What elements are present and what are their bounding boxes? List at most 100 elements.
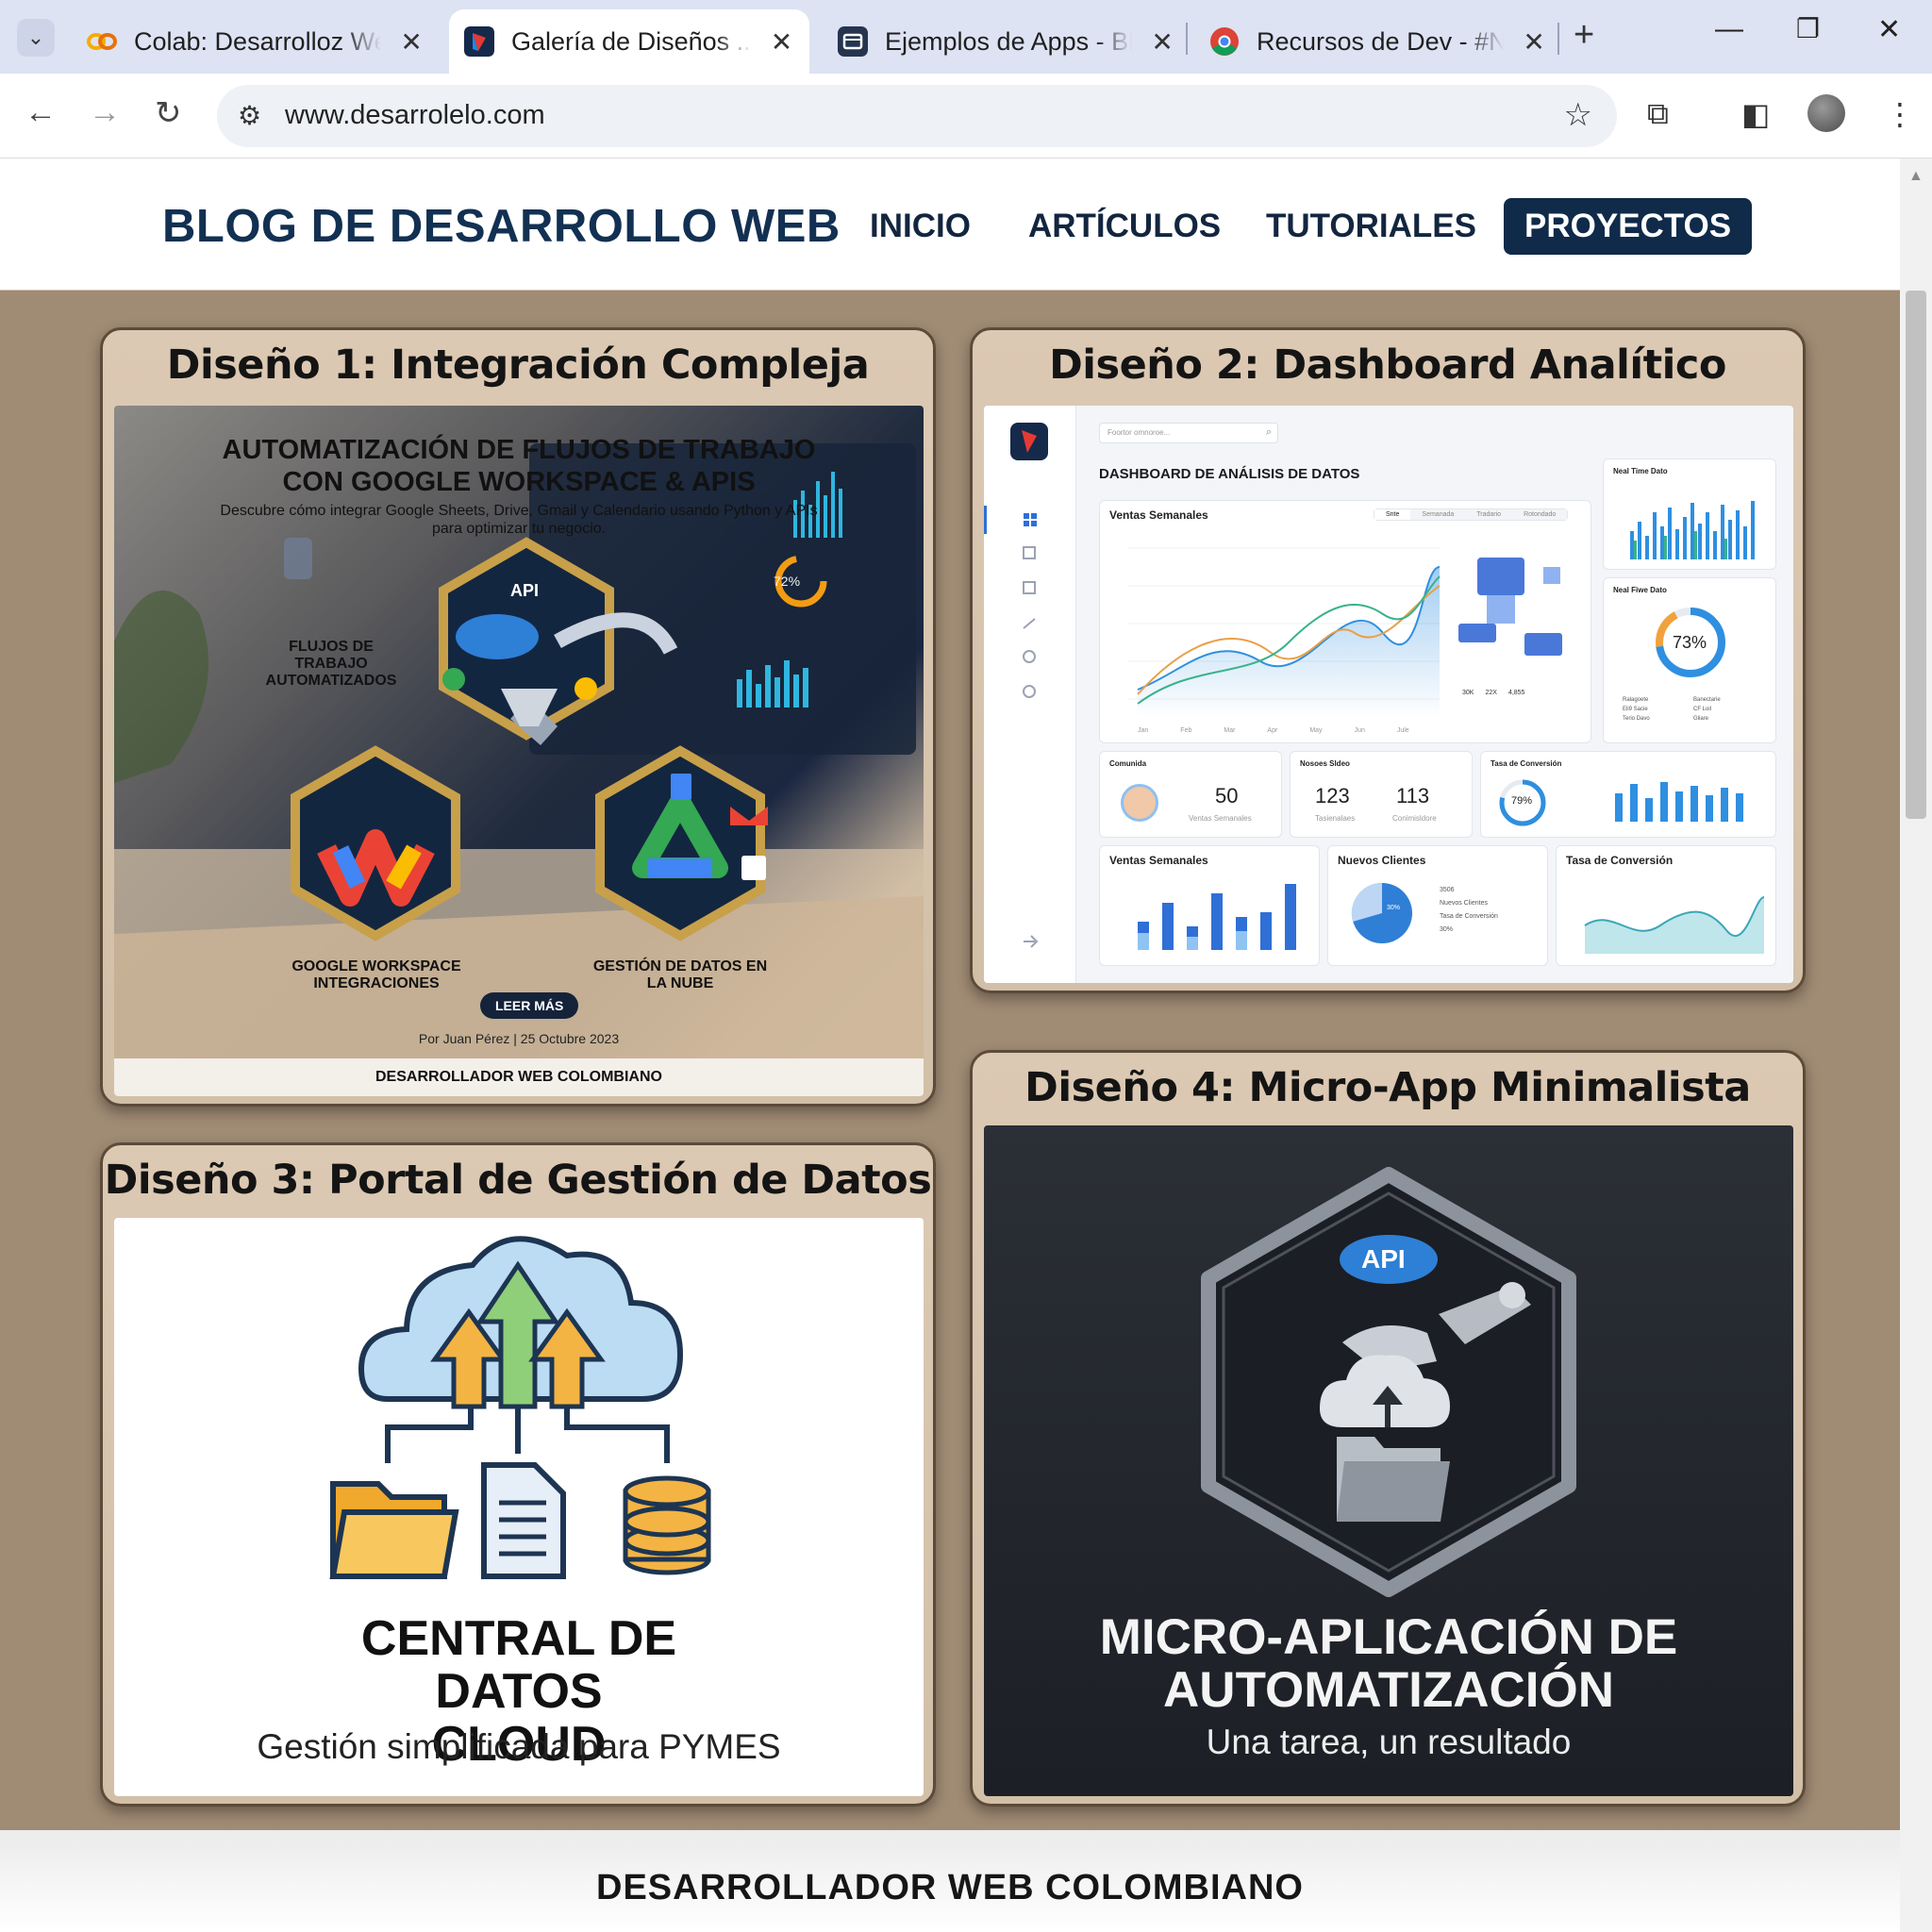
search-placeholder: Foortor omnoroe... bbox=[1108, 428, 1171, 437]
design-card-3[interactable]: Diseño 3: Portal de Gestión de Datos CEN… bbox=[100, 1142, 936, 1807]
design-1-image[interactable]: AUTOMATIZACIÓN DE FLUJOS DE TRABAJO CON … bbox=[114, 406, 924, 1096]
ring-panel: Neal Fiwe Dato 73% Ralagoete Banectarie El… bbox=[1603, 577, 1776, 743]
design-1-subtitle: Descubre cómo integrar Google Sheets, Dr… bbox=[220, 503, 818, 537]
tab-galeria[interactable]: Galería de Diseños ... W ✕ bbox=[449, 9, 809, 74]
scrollbar-thumb[interactable] bbox=[1906, 291, 1926, 819]
panel-title: Tasa de Conversión bbox=[1491, 759, 1562, 768]
month-label: Jule bbox=[1396, 727, 1409, 734]
legend-item: Gliare bbox=[1693, 716, 1709, 722]
design-3-subtitle: Gestión simplificada para PYMES bbox=[257, 1727, 781, 1766]
stat-chip: 4,855 bbox=[1507, 690, 1525, 696]
design-card-2[interactable]: Diseño 2: Dashboard Analítico Foortor om… bbox=[970, 327, 1806, 993]
sales-line-chart bbox=[1128, 547, 1562, 718]
menu-icon[interactable]: ⋮ bbox=[1885, 96, 1915, 132]
legend-item: Eli9 Sacie bbox=[1623, 707, 1648, 712]
conversion-area-chart bbox=[1584, 896, 1765, 954]
filter-option[interactable]: Tradario bbox=[1465, 509, 1513, 520]
design-card-1[interactable]: Diseño 1: Integración Compleja AUTOMATIZ… bbox=[100, 327, 936, 1107]
tab-ejemplos[interactable]: Ejemplos de Apps - Blbl ✕ bbox=[823, 9, 1191, 74]
tab-title: Ejemplos de Apps - Blbl bbox=[885, 26, 1133, 56]
design-card-4[interactable]: Diseño 4: Micro-App Minimalista API MICR… bbox=[970, 1050, 1806, 1807]
filter-option[interactable]: Rotondado bbox=[1512, 509, 1568, 520]
bottom-conversion-panel: Tasa de Conversión bbox=[1556, 845, 1776, 966]
scroll-up-icon[interactable]: ▲ bbox=[1908, 168, 1924, 185]
design-1-headline: AUTOMATIZACIÓN DE FLUJOS DE TRABAJO CON … bbox=[222, 435, 816, 497]
legend-item: CF Loil bbox=[1693, 707, 1712, 712]
design-2-image[interactable]: Foortor omnoroe... ⌕ DASHBOARD DE ANÁLIS… bbox=[984, 406, 1793, 983]
screen-donut-label: 72% bbox=[774, 574, 801, 589]
restore-icon[interactable]: ❐ bbox=[1796, 13, 1820, 44]
tab-title: Recursos de Dev - #Ne bbox=[1257, 26, 1505, 56]
nav-articulos[interactable]: ARTÍCULOS bbox=[1028, 208, 1221, 245]
minimize-icon[interactable]: — bbox=[1715, 13, 1743, 45]
window-close-icon[interactable]: ✕ bbox=[1877, 13, 1901, 46]
sessions-panel: Nosoes Sldeo 123 Tasienalaes 113 Conimis… bbox=[1290, 751, 1473, 838]
leer-mas-button[interactable]: LEER MÁS bbox=[480, 992, 579, 1019]
profile-avatar[interactable] bbox=[1807, 94, 1845, 132]
legend-item: 30% bbox=[1440, 926, 1454, 933]
sessions-value-1: 123 bbox=[1315, 784, 1350, 808]
forward-icon[interactable]: → bbox=[89, 94, 121, 131]
time-filter[interactable]: Snte Semanada Tradario Rotondado bbox=[1374, 508, 1569, 521]
legend-item: Terio Davo bbox=[1623, 716, 1650, 722]
dashboard-heading: DASHBOARD DE ANÁLISIS DE DATOS bbox=[1099, 466, 1360, 482]
legend-item: Nuevos Clientes bbox=[1440, 900, 1488, 907]
month-label: Jan bbox=[1138, 727, 1149, 734]
close-icon[interactable]: ✕ bbox=[1521, 26, 1547, 58]
dashboard-search-input[interactable]: Foortor omnoroe... ⌕ bbox=[1099, 423, 1278, 443]
card-title: Diseño 4: Micro-App Minimalista bbox=[1024, 1064, 1751, 1111]
gallery-icon bbox=[464, 26, 494, 57]
close-icon[interactable]: ✕ bbox=[1149, 26, 1175, 58]
clients-pie-chart bbox=[1351, 882, 1412, 943]
new-tab-button[interactable]: + bbox=[1574, 15, 1594, 56]
design-3-image[interactable]: CENTRAL DE DATOS CLOUD Gestión simplific… bbox=[114, 1218, 924, 1796]
community-panel: Comunida 50 Ventas Semanales bbox=[1099, 751, 1282, 838]
close-icon[interactable]: ✕ bbox=[769, 26, 794, 58]
sessions-value-2: 113 bbox=[1396, 784, 1430, 808]
tab-recursos[interactable]: Recursos de Dev - #Ne ✕ bbox=[1194, 9, 1562, 74]
filter-option[interactable]: Semanada bbox=[1410, 509, 1466, 520]
nav-inicio[interactable]: INICIO bbox=[870, 208, 971, 245]
design-1-author: Por Juan Pérez | 25 Octubre 2023 bbox=[418, 1031, 620, 1046]
dashboard-sidebar bbox=[984, 406, 1076, 983]
stat-chips: 30K 22X 4,855 bbox=[1462, 690, 1524, 696]
month-label: Feb bbox=[1180, 727, 1192, 734]
tab-strip: ⌄ Colab: Desarrolloz Web ✕ Galería de Di… bbox=[0, 0, 1932, 74]
bookmark-star-icon[interactable]: ☆ bbox=[1564, 96, 1592, 134]
tab-title: Colab: Desarrolloz Web bbox=[134, 26, 382, 56]
sessions-caption-1: Tasienalaes bbox=[1315, 814, 1356, 823]
design-4-api-badge: API bbox=[1361, 1244, 1406, 1274]
stat-chip: 30K bbox=[1462, 690, 1474, 696]
legend-item: 3506 bbox=[1440, 887, 1455, 893]
panel-title: Nuevos Clientes bbox=[1338, 854, 1426, 867]
month-label: Jun bbox=[1354, 727, 1365, 734]
month-label: Apr bbox=[1267, 727, 1278, 734]
side-panel-icon[interactable]: ◧ bbox=[1741, 96, 1770, 132]
site-brand[interactable]: BLOG DE DESARROLLO WEB bbox=[162, 200, 841, 253]
page-scrollbar[interactable]: ▲ bbox=[1900, 158, 1932, 1932]
pie-legend: 3506 Nuevos Clientes Tasa de Conversión … bbox=[1440, 884, 1498, 937]
back-icon[interactable]: ← bbox=[25, 94, 57, 131]
tab-search-button[interactable]: ⌄ bbox=[17, 19, 55, 57]
extensions-icon[interactable]: ⧉ bbox=[1647, 96, 1669, 132]
bottom-sales-bars bbox=[1138, 884, 1296, 950]
apps-icon bbox=[838, 26, 868, 57]
design-4-image[interactable]: API MICRO-APLICACIÓN DE AUTOMATIZACIÓN U… bbox=[984, 1125, 1793, 1796]
panel-title: Neal Fiwe Dato bbox=[1613, 586, 1667, 594]
panel-title: Ventas Semanales bbox=[1109, 854, 1208, 867]
chrome-icon bbox=[1210, 27, 1239, 56]
nav-tutoriales[interactable]: TUTORIALES bbox=[1266, 208, 1476, 245]
close-icon[interactable]: ✕ bbox=[398, 26, 425, 58]
footer-text: DESARROLLADOR WEB COLOMBIANO bbox=[596, 1868, 1304, 1907]
site-settings-icon[interactable]: ⚙ bbox=[238, 100, 261, 131]
tab-colab[interactable]: Colab: Desarrolloz Web ✕ bbox=[72, 9, 440, 74]
filter-option[interactable]: Snte bbox=[1374, 509, 1411, 520]
panel-title: Tasa de Conversión bbox=[1566, 854, 1674, 867]
url-text[interactable]: www.desarrolelo.com bbox=[285, 100, 545, 131]
nav-proyectos[interactable]: PROYECTOS bbox=[1504, 198, 1753, 255]
stat-chip: 22X bbox=[1485, 690, 1497, 696]
reload-icon[interactable]: ↻ bbox=[155, 94, 182, 132]
address-bar[interactable]: ⚙ www.desarrolelo.com ☆ bbox=[217, 85, 1617, 147]
browser-toolbar: ← → ↻ ⚙ www.desarrolelo.com ☆ ⧉ ◧ ⋮ bbox=[0, 74, 1932, 158]
tab-separator bbox=[1557, 23, 1559, 55]
